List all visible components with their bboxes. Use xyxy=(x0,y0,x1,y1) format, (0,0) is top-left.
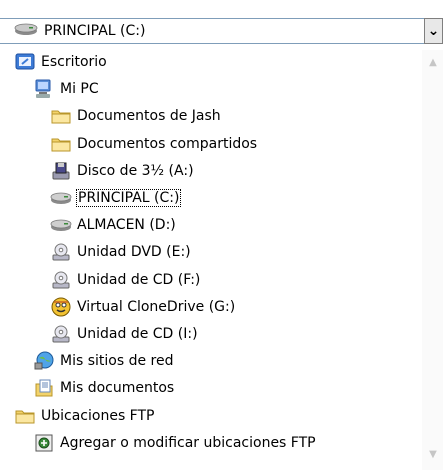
folder-icon xyxy=(14,405,36,427)
scroll-down-arrow[interactable]: ▼ xyxy=(426,448,440,462)
network-places-icon xyxy=(33,350,55,372)
tree-item[interactable]: Ubicaciones FTP xyxy=(14,404,154,428)
folder-icon xyxy=(50,105,72,127)
tree-item-label: ALMACEN (D:) xyxy=(77,217,176,234)
combo-dropdown-button[interactable]: ⌄ xyxy=(424,18,443,44)
my-computer-icon xyxy=(33,78,55,100)
clonedrive-icon xyxy=(50,296,72,318)
folder-tree: Escritorio Mi PC Documentos de Jash Documen… xyxy=(0,50,420,470)
tree-item[interactable]: ALMACEN (D:) xyxy=(50,213,176,237)
tree-item-label: Disco de 3½ (A:) xyxy=(77,162,194,179)
tree-item[interactable]: Virtual CloneDrive (G:) xyxy=(50,295,235,319)
ftp-add-icon xyxy=(33,432,55,454)
tree-item[interactable]: Unidad de CD (I:) xyxy=(50,322,198,346)
folder-icon xyxy=(50,133,72,155)
tree-item-label: Escritorio xyxy=(41,54,107,70)
optical-drive-icon xyxy=(50,241,72,263)
tree-item-label: Unidad DVD (E:) xyxy=(77,244,191,261)
tree-item[interactable]: Escritorio xyxy=(14,50,107,74)
chevron-down-icon: ⌄ xyxy=(427,23,440,39)
tree-item[interactable]: Agregar o modificar ubicaciones FTP xyxy=(33,431,316,455)
hard-drive-icon xyxy=(50,187,72,209)
scroll-up-arrow[interactable]: ▲ xyxy=(426,56,440,70)
tree-item-label: PRINCIPAL (C:) xyxy=(75,189,182,207)
tree-item-label: Unidad de CD (I:) xyxy=(77,326,198,342)
tree-item[interactable]: Mis sitios de red xyxy=(33,349,173,373)
tree-item[interactable]: Documentos compartidos xyxy=(50,132,257,156)
tree-item[interactable]: Unidad de CD (F:) xyxy=(50,268,200,292)
tree-item-label: Agregar o modificar ubicaciones FTP xyxy=(60,434,316,451)
hard-drive-icon xyxy=(14,22,38,40)
address-combo[interactable]: PRINCIPAL (C:) ⌄ xyxy=(0,0,443,50)
optical-drive-icon xyxy=(50,323,72,345)
tree-item[interactable]: Disco de 3½ (A:) xyxy=(50,159,194,183)
tree-item-label: Ubicaciones FTP xyxy=(41,407,155,424)
tree-item-label: Mis documentos xyxy=(60,380,175,397)
tree-item-label: Unidad de CD (F:) xyxy=(77,271,201,288)
hard-drive-icon xyxy=(50,214,72,236)
tree-item-label: Mis sitios de red xyxy=(60,353,174,370)
tree-item-label: Mi PC xyxy=(60,81,99,98)
desktop-icon xyxy=(14,51,36,73)
tree-item-label: Documentos de Jash xyxy=(77,108,221,125)
tree-item[interactable]: Unidad DVD (E:) xyxy=(50,240,191,264)
optical-drive-icon xyxy=(50,269,72,291)
my-documents-icon xyxy=(33,377,55,399)
tree-scrollbar[interactable] xyxy=(422,50,443,470)
tree-item[interactable]: Mis documentos xyxy=(33,376,174,400)
tree-item[interactable]: Documentos de Jash xyxy=(50,104,221,128)
floppy-drive-icon xyxy=(50,160,72,182)
tree-item-label: Documentos compartidos xyxy=(77,135,258,152)
tree-item[interactable]: Mi PC xyxy=(33,77,99,101)
tree-item-label: Virtual CloneDrive (G:) xyxy=(77,298,236,315)
address-combo-value: PRINCIPAL (C:) xyxy=(44,23,146,39)
tree-item[interactable]: PRINCIPAL (C:) xyxy=(50,186,182,210)
